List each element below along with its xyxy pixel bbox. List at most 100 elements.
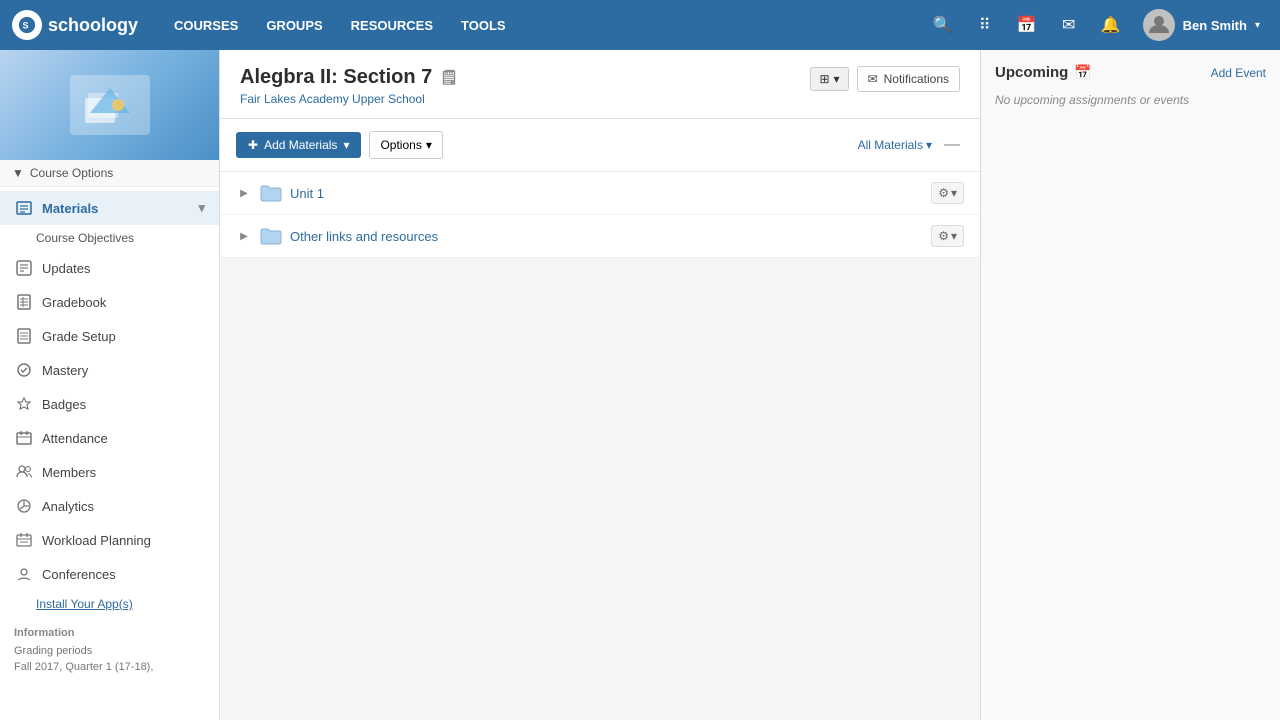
user-area[interactable]: Ben Smith ▾ (1135, 5, 1268, 45)
nav-courses[interactable]: COURSES (162, 10, 250, 41)
sidebar-item-conferences[interactable]: Conferences (0, 557, 219, 591)
install-app-link[interactable]: Install Your App(s) (0, 591, 219, 617)
course-title-icon: 🗒 (440, 69, 458, 86)
unit1-gear-dropdown[interactable]: ⚙ ▾ (931, 182, 964, 204)
sidebar-item-analytics[interactable]: Analytics (0, 489, 219, 523)
expand-arrow-other[interactable]: ▶ (236, 231, 252, 242)
all-materials-label: All Materials (858, 138, 923, 152)
add-event-button[interactable]: Add Event (1211, 66, 1266, 80)
table-row: ▶ Other links and resources ⚙ ▾ (220, 215, 980, 258)
upcoming-title-area: Upcoming 📅 (995, 64, 1092, 81)
add-icon: ✚ (248, 138, 258, 152)
view-toggle-dropdown-icon: ▾ (834, 72, 840, 86)
conferences-label: Conferences (42, 567, 116, 582)
sidebar-item-members[interactable]: Members (0, 455, 219, 489)
notifications-button[interactable]: ✉ Notifications (857, 66, 960, 92)
course-options-button[interactable]: ▼ Course Options (0, 160, 219, 187)
course-info: Alegbra II: Section 7 🗒 Fair Lakes Acade… (240, 66, 458, 106)
logo[interactable]: S schoology (12, 10, 138, 40)
right-panel: Upcoming 📅 Add Event No upcoming assignm… (980, 50, 1280, 720)
materials-icon (14, 198, 34, 218)
triangle-icon: ▼ (12, 166, 24, 180)
calendar-icon[interactable]: 📅 (1009, 7, 1045, 43)
user-name: Ben Smith (1183, 18, 1247, 33)
content-header: Alegbra II: Section 7 🗒 Fair Lakes Acade… (220, 50, 980, 119)
badges-icon (14, 394, 34, 414)
bell-icon[interactable]: 🔔 (1093, 7, 1129, 43)
gear-icon: ⚙ (938, 229, 949, 243)
info-section-title: Information (0, 617, 219, 643)
all-materials-button[interactable]: All Materials ▾ (858, 138, 932, 152)
sidebar-item-gradebook[interactable]: Gradebook (0, 285, 219, 319)
course-options-label: Course Options (30, 166, 113, 180)
view-toggle-icon: ⊞ (819, 72, 829, 86)
unit1-name[interactable]: Unit 1 (290, 186, 923, 201)
mastery-icon (14, 360, 34, 380)
nav-groups[interactable]: GROUPS (254, 10, 334, 41)
grading-periods-value: Fall 2017, Quarter 1 (17-18), (0, 659, 219, 675)
sidebar-item-course-objectives[interactable]: Course Objectives (0, 225, 219, 251)
grade-setup-label: Grade Setup (42, 329, 116, 344)
chevron-down-icon: ▾ (1255, 20, 1260, 31)
expand-arrow-unit1[interactable]: ▶ (236, 188, 252, 199)
add-materials-dropdown-icon: ▾ (343, 138, 349, 152)
sidebar-nav: Materials ▾ Course Objectives Updates (0, 187, 219, 679)
sidebar-item-attendance[interactable]: Attendance (0, 421, 219, 455)
calendar-small-icon: 📅 (1074, 64, 1091, 81)
gear-dropdown-arrow: ▾ (951, 186, 957, 200)
avatar (1143, 9, 1175, 41)
workload-planning-label: Workload Planning (42, 533, 151, 548)
apps-icon[interactable]: ⠿ (967, 7, 1003, 43)
folder-icon-unit1 (260, 184, 282, 202)
gear-dropdown-arrow: ▾ (951, 229, 957, 243)
search-icon[interactable]: 🔍 (925, 7, 961, 43)
sidebar-item-mastery[interactable]: Mastery (0, 353, 219, 387)
options-dropdown-icon: ▾ (426, 138, 432, 152)
materials-list: ▶ Unit 1 ⚙ ▾ ▶ (220, 172, 980, 258)
mail-icon[interactable]: ✉ (1051, 7, 1087, 43)
attendance-icon (14, 428, 34, 448)
course-title-area: Alegbra II: Section 7 🗒 (240, 66, 458, 89)
updates-icon (14, 258, 34, 278)
materials-toolbar: ✚ Add Materials ▾ Options ▾ All Material… (220, 119, 980, 172)
materials-label: Materials (42, 201, 98, 216)
workload-planning-icon (14, 530, 34, 550)
options-label: Options (380, 138, 421, 152)
sidebar-item-workload-planning[interactable]: Workload Planning (0, 523, 219, 557)
logo-icon: S (12, 10, 42, 40)
mastery-label: Mastery (42, 363, 88, 378)
sidebar-item-materials[interactable]: Materials ▾ (0, 191, 219, 225)
gradebook-label: Gradebook (42, 295, 106, 310)
upcoming-title-text: Upcoming (995, 64, 1068, 81)
add-materials-label: Add Materials (264, 138, 337, 152)
view-toggle-button[interactable]: ⊞ ▾ (810, 67, 848, 91)
header-right: ⊞ ▾ ✉ Notifications (810, 66, 960, 92)
other-links-name[interactable]: Other links and resources (290, 229, 923, 244)
school-name[interactable]: Fair Lakes Academy Upper School (240, 92, 458, 106)
nav-tools[interactable]: TOOLS (449, 10, 518, 41)
nav-resources[interactable]: RESOURCES (339, 10, 445, 41)
other-links-gear-dropdown[interactable]: ⚙ ▾ (931, 225, 964, 247)
sidebar-item-updates[interactable]: Updates (0, 251, 219, 285)
sidebar-item-grade-setup[interactable]: Grade Setup (0, 319, 219, 353)
updates-label: Updates (42, 261, 90, 276)
no-upcoming-message: No upcoming assignments or events (995, 93, 1266, 107)
gradebook-icon (14, 292, 34, 312)
more-options-button[interactable]: — (940, 136, 964, 154)
analytics-icon (14, 496, 34, 516)
top-nav-links: COURSES GROUPS RESOURCES TOOLS (162, 10, 925, 41)
notifications-label: Notifications (884, 72, 949, 86)
main-content: Alegbra II: Section 7 🗒 Fair Lakes Acade… (220, 50, 980, 720)
members-icon (14, 462, 34, 482)
badges-label: Badges (42, 397, 86, 412)
materials-expand-icon: ▾ (198, 200, 205, 216)
top-nav: S schoology COURSES GROUPS RESOURCES TOO… (0, 0, 1280, 50)
logo-text: schoology (48, 15, 138, 36)
add-materials-button[interactable]: ✚ Add Materials ▾ (236, 132, 361, 158)
course-title-text: Alegbra II: Section 7 (240, 66, 432, 89)
grading-periods-label: Grading periods (0, 643, 219, 659)
main-layout: ▼ Course Options Materials ▾ Cour (0, 50, 1280, 720)
attendance-label: Attendance (42, 431, 108, 446)
sidebar-item-badges[interactable]: Badges (0, 387, 219, 421)
options-button[interactable]: Options ▾ (369, 131, 442, 159)
